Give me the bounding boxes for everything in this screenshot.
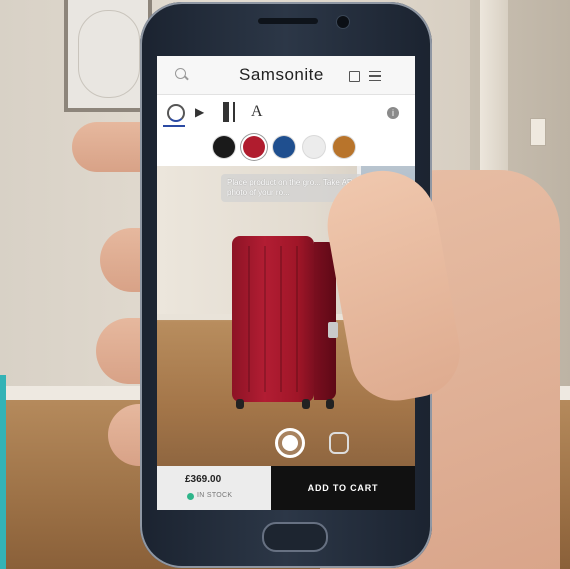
- purchase-bar: £369.00 IN STOCK ADD TO CART: [157, 466, 415, 510]
- price-panel: £369.00 IN STOCK: [157, 466, 271, 510]
- swatch-white[interactable]: [303, 136, 325, 158]
- bag-icon[interactable]: [349, 71, 360, 82]
- suitcase-wheel: [236, 399, 244, 409]
- suitcase-wheel: [326, 399, 334, 409]
- stock-status: IN STOCK: [197, 492, 233, 499]
- search-icon[interactable]: [175, 68, 186, 79]
- suitcase-wheel: [302, 399, 310, 409]
- light-switch: [530, 118, 546, 146]
- product-price: £369.00: [185, 474, 222, 485]
- phone-camera: [336, 15, 350, 29]
- suitcase-lock: [328, 322, 338, 338]
- ar-view-icon[interactable]: [167, 104, 185, 122]
- size-icon-bar: [233, 102, 235, 122]
- play-icon[interactable]: ▶: [195, 105, 204, 119]
- swatch-black[interactable]: [213, 136, 235, 158]
- suitcase-model[interactable]: [232, 236, 338, 416]
- active-tab-indicator: [163, 125, 185, 127]
- app-header: Samsonite: [157, 56, 415, 95]
- suitcase-side: [314, 242, 336, 400]
- shutter-inner: [282, 435, 298, 451]
- suitcase-front: [232, 236, 314, 402]
- size-icon[interactable]: [223, 102, 229, 122]
- text-icon[interactable]: A: [251, 103, 263, 121]
- hamburger-menu-icon[interactable]: [369, 71, 381, 81]
- swatch-red[interactable]: [243, 136, 265, 158]
- viewer-toolbar: ▶ A i: [157, 95, 415, 131]
- photo-shutter-button[interactable]: [275, 428, 305, 458]
- swatch-blue[interactable]: [273, 136, 295, 158]
- teal-edge-strip: [0, 375, 6, 569]
- brand-logo: Samsonite: [239, 65, 324, 84]
- info-icon[interactable]: i: [387, 107, 399, 119]
- add-to-cart-button[interactable]: ADD TO CART: [271, 466, 415, 510]
- wall-art-frame: [64, 0, 152, 112]
- phone-speaker: [258, 18, 318, 24]
- stock-status-dot: [187, 493, 194, 500]
- video-record-icon[interactable]: [329, 432, 349, 454]
- phone-home-button[interactable]: [262, 522, 328, 552]
- swatch-amber[interactable]: [333, 136, 355, 158]
